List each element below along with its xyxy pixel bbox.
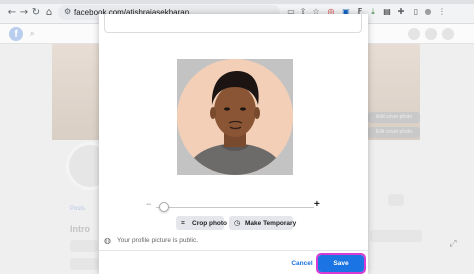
- intro-placeholder: [70, 240, 98, 252]
- zoom-slider-handle[interactable]: [158, 202, 169, 212]
- crop-area[interactable]: [177, 59, 293, 175]
- site-info-icon[interactable]: ⚙: [64, 7, 72, 17]
- side-placeholder: [370, 230, 422, 242]
- zoom-slider[interactable]: [156, 207, 314, 208]
- make-temporary-label: Make Temporary: [245, 220, 297, 227]
- menu-icon[interactable]: ⋮: [437, 7, 447, 17]
- reload-icon[interactable]: ↻: [30, 7, 42, 19]
- crop-icon: ⌗: [181, 219, 185, 227]
- update-profile-picture-dialog: − + ⌗ Crop photo ◷ Make Temporary ◍ Your p…: [99, 14, 368, 274]
- cancel-button[interactable]: Cancel: [289, 258, 315, 270]
- crop-photo-button[interactable]: ⌗ Crop photo: [176, 216, 228, 230]
- cover-photo-right: Add cover photo Edit cover photo: [368, 44, 420, 140]
- zoom-out-icon[interactable]: −: [146, 200, 154, 209]
- expand-icon[interactable]: ⤢: [446, 236, 460, 250]
- edit-cover-button[interactable]: Edit cover photo: [368, 127, 420, 138]
- crop-photo-label: Crop photo: [192, 220, 228, 227]
- save-button[interactable]: Save: [316, 253, 366, 274]
- camera-icon[interactable]: ▤: [382, 7, 392, 17]
- messenger-icon[interactable]: [408, 28, 420, 40]
- profile-icon[interactable]: ●: [423, 7, 433, 17]
- home-icon[interactable]: ⌂: [43, 7, 55, 19]
- back-icon[interactable]: ←: [6, 7, 18, 19]
- tab-strip: [0, 0, 474, 4]
- intro-heading: Intro: [70, 224, 90, 234]
- search-icon[interactable]: ⌕: [30, 29, 40, 39]
- account-icon[interactable]: [442, 28, 454, 40]
- puzzle-icon[interactable]: ✚: [396, 7, 406, 17]
- intro-placeholder: [70, 258, 98, 270]
- profile-photo-preview[interactable]: [177, 59, 293, 175]
- add-cover-button[interactable]: Add cover photo: [368, 112, 420, 123]
- cover-photo-left: [52, 44, 100, 140]
- make-temporary-button[interactable]: ◷ Make Temporary: [229, 216, 297, 230]
- privacy-note: Your profile picture is public.: [117, 237, 199, 244]
- description-field[interactable]: [104, 14, 362, 33]
- notifications-icon[interactable]: [425, 28, 437, 40]
- person-photo: [177, 59, 293, 175]
- download-icon[interactable]: ⤓: [368, 7, 378, 17]
- footer-divider: [99, 250, 368, 251]
- more-button[interactable]: [388, 194, 404, 206]
- facebook-logo[interactable]: f: [9, 27, 23, 41]
- clock-icon: ◷: [234, 219, 241, 227]
- forward-icon[interactable]: →: [18, 7, 30, 19]
- zoom-in-icon[interactable]: +: [314, 200, 322, 210]
- sidebar-icon[interactable]: ▯: [411, 7, 421, 17]
- tab-posts[interactable]: Posts: [70, 202, 85, 216]
- globe-icon: ◍: [104, 236, 111, 245]
